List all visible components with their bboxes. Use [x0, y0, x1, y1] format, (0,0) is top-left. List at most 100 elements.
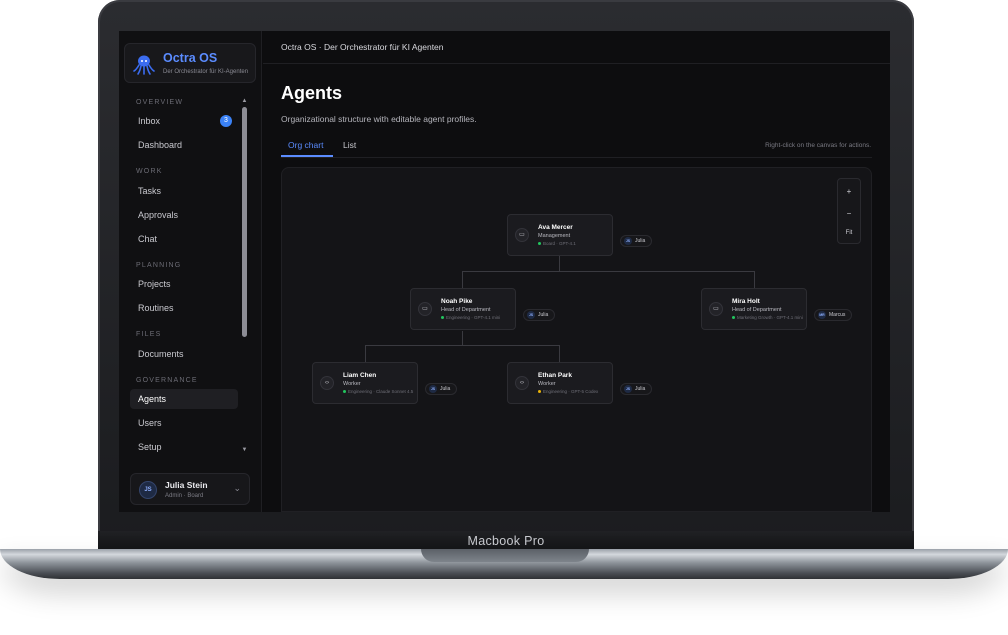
nav-section-files: FILES [136, 331, 162, 338]
sidebar: Octra OS Der Orchestrator für KI-Agenten… [119, 31, 262, 512]
zoom-fit-button[interactable]: Fit [838, 230, 860, 236]
briefcase-icon: ▭ [709, 302, 723, 316]
topbar-title: Octra OS · Der Orchestrator für KI Agent… [281, 42, 444, 52]
chevron-down-icon: ⌄ [233, 483, 241, 493]
nav-section-overview: OVERVIEW [136, 99, 184, 106]
status-dot [538, 242, 541, 245]
agent-card-liam-chen[interactable]: ‹› Liam Chen Worker Engineering · Claude… [312, 362, 418, 404]
owner-name: Julia [635, 386, 646, 392]
agent-meta: Engineering · GPT-5 Codex [543, 389, 599, 394]
brand-name: Octra OS [163, 51, 218, 65]
code-icon: ‹› [320, 376, 334, 390]
sidebar-item-dashboard[interactable]: Dashboard [130, 135, 238, 155]
owner-name: Marcus [829, 312, 846, 318]
agent-meta: Marketing Growth · GPT-4.1 mini [737, 315, 803, 320]
laptop-chin: Macbook Pro [98, 531, 914, 550]
connector-line [559, 345, 560, 362]
owner-name: Julia [635, 238, 646, 244]
avatar: JS [624, 237, 632, 245]
canvas-hint: Right-click on the canvas for actions. [765, 142, 871, 149]
status-dot [538, 390, 541, 393]
sidebar-item-routines[interactable]: Routines [130, 298, 238, 318]
agent-card-ava-mercer[interactable]: ▭ Ava Mercer Management Board · GPT-4.1 [507, 214, 613, 256]
tab-org-chart[interactable]: Org chart [288, 140, 323, 150]
connector-line [365, 345, 560, 346]
connector-line [462, 331, 463, 346]
zoom-in-button[interactable]: + [838, 187, 860, 196]
brand-card[interactable]: Octra OS Der Orchestrator für KI-Agenten [124, 43, 256, 83]
owner-chip[interactable]: JS Julia [425, 383, 458, 395]
agent-card-ethan-park[interactable]: ‹› Ethan Park Worker Engineering · GPT-5… [507, 362, 613, 404]
user-name: Julia Stein [165, 480, 208, 490]
status-dot [441, 316, 444, 319]
sidebar-item-tasks[interactable]: Tasks [130, 181, 238, 201]
avatar: JS [527, 311, 535, 319]
connector-line [365, 345, 366, 362]
agent-role: Head of Department [732, 307, 782, 313]
page-title: Agents [281, 83, 343, 103]
briefcase-icon: ▭ [418, 302, 432, 316]
sidebar-item-users[interactable]: Users [130, 413, 238, 433]
agent-card-mira-holt[interactable]: ▭ Mira Holt Head of Department Marketing… [701, 288, 807, 330]
sidebar-item-documents[interactable]: Documents [130, 344, 238, 364]
tab-list[interactable]: List [343, 140, 356, 150]
scroll-up-arrow-icon[interactable]: ▲ [241, 98, 248, 105]
sidebar-item-label: Inbox [138, 116, 161, 126]
nav-section-planning: PLANNING [136, 262, 182, 269]
nav-section-governance: GOVERNANCE [136, 377, 198, 384]
agent-name: Liam Chen [343, 372, 377, 379]
agent-role: Head of Department [441, 307, 491, 313]
agent-card-noah-pike[interactable]: ▭ Noah Pike Head of Department Engineeri… [410, 288, 516, 330]
avatar: JS [624, 385, 632, 393]
agent-role: Worker [343, 381, 361, 387]
sidebar-scrollbar[interactable]: ▲ ▼ [241, 98, 248, 454]
user-role: Admin · Board [165, 493, 204, 499]
nav-section-work: WORK [136, 168, 163, 175]
page-description: Organizational structure with editable a… [281, 114, 477, 124]
briefcase-icon: ▭ [515, 228, 529, 242]
laptop-notch [421, 549, 589, 562]
octopus-logo-icon [133, 55, 155, 75]
sidebar-item-chat[interactable]: Chat [130, 229, 238, 249]
connector-line [559, 256, 560, 272]
status-dot [343, 390, 346, 393]
status-dot [732, 316, 735, 319]
agent-name: Mira Holt [732, 298, 760, 305]
agent-meta: Board · GPT-4.1 [543, 241, 576, 246]
app-screen: Octra OS Der Orchestrator für KI-Agenten… [119, 31, 890, 512]
agent-name: Ethan Park [538, 372, 572, 379]
inbox-count-badge: 3 [220, 115, 232, 127]
avatar: MR [818, 311, 826, 319]
connector-line [462, 271, 463, 288]
agent-meta: Engineering · Claude Sonnet 4.5 [348, 389, 414, 394]
owner-chip[interactable]: MR Marcus [814, 309, 853, 321]
org-chart-canvas[interactable]: + − Fit ▭ Ava Mercer Management Board · … [281, 167, 872, 512]
scrollbar-thumb[interactable] [242, 107, 247, 337]
agent-name: Ava Mercer [538, 224, 573, 231]
agent-role: Management [538, 233, 571, 239]
sidebar-item-approvals[interactable]: Approvals [130, 205, 238, 225]
sidebar-item-agents[interactable]: Agents [130, 389, 238, 409]
agent-name: Noah Pike [441, 298, 473, 305]
agent-role: Worker [538, 381, 556, 387]
owner-chip[interactable]: JS Julia [620, 235, 653, 247]
sidebar-item-inbox[interactable]: Inbox 3 [130, 111, 238, 131]
zoom-controls: + − Fit [837, 178, 861, 244]
connector-line [754, 271, 755, 288]
connector-line [462, 271, 755, 272]
topbar: Octra OS · Der Orchestrator für KI Agent… [263, 31, 890, 64]
device-label: Macbook Pro [467, 533, 545, 548]
sidebar-item-projects[interactable]: Projects [130, 274, 238, 294]
owner-name: Julia [440, 386, 451, 392]
tabs-divider [281, 157, 872, 158]
avatar: JS [139, 481, 157, 499]
sidebar-item-setup[interactable]: Setup [130, 437, 238, 457]
scroll-down-arrow-icon[interactable]: ▼ [241, 447, 248, 454]
owner-name: Julia [538, 312, 549, 318]
owner-chip[interactable]: JS Julia [620, 383, 653, 395]
avatar: JS [429, 385, 437, 393]
zoom-out-button[interactable]: − [838, 209, 860, 218]
user-menu[interactable]: JS Julia Stein Admin · Board ⌄ [130, 473, 250, 505]
owner-chip[interactable]: JS Julia [523, 309, 556, 321]
code-icon: ‹› [515, 376, 529, 390]
